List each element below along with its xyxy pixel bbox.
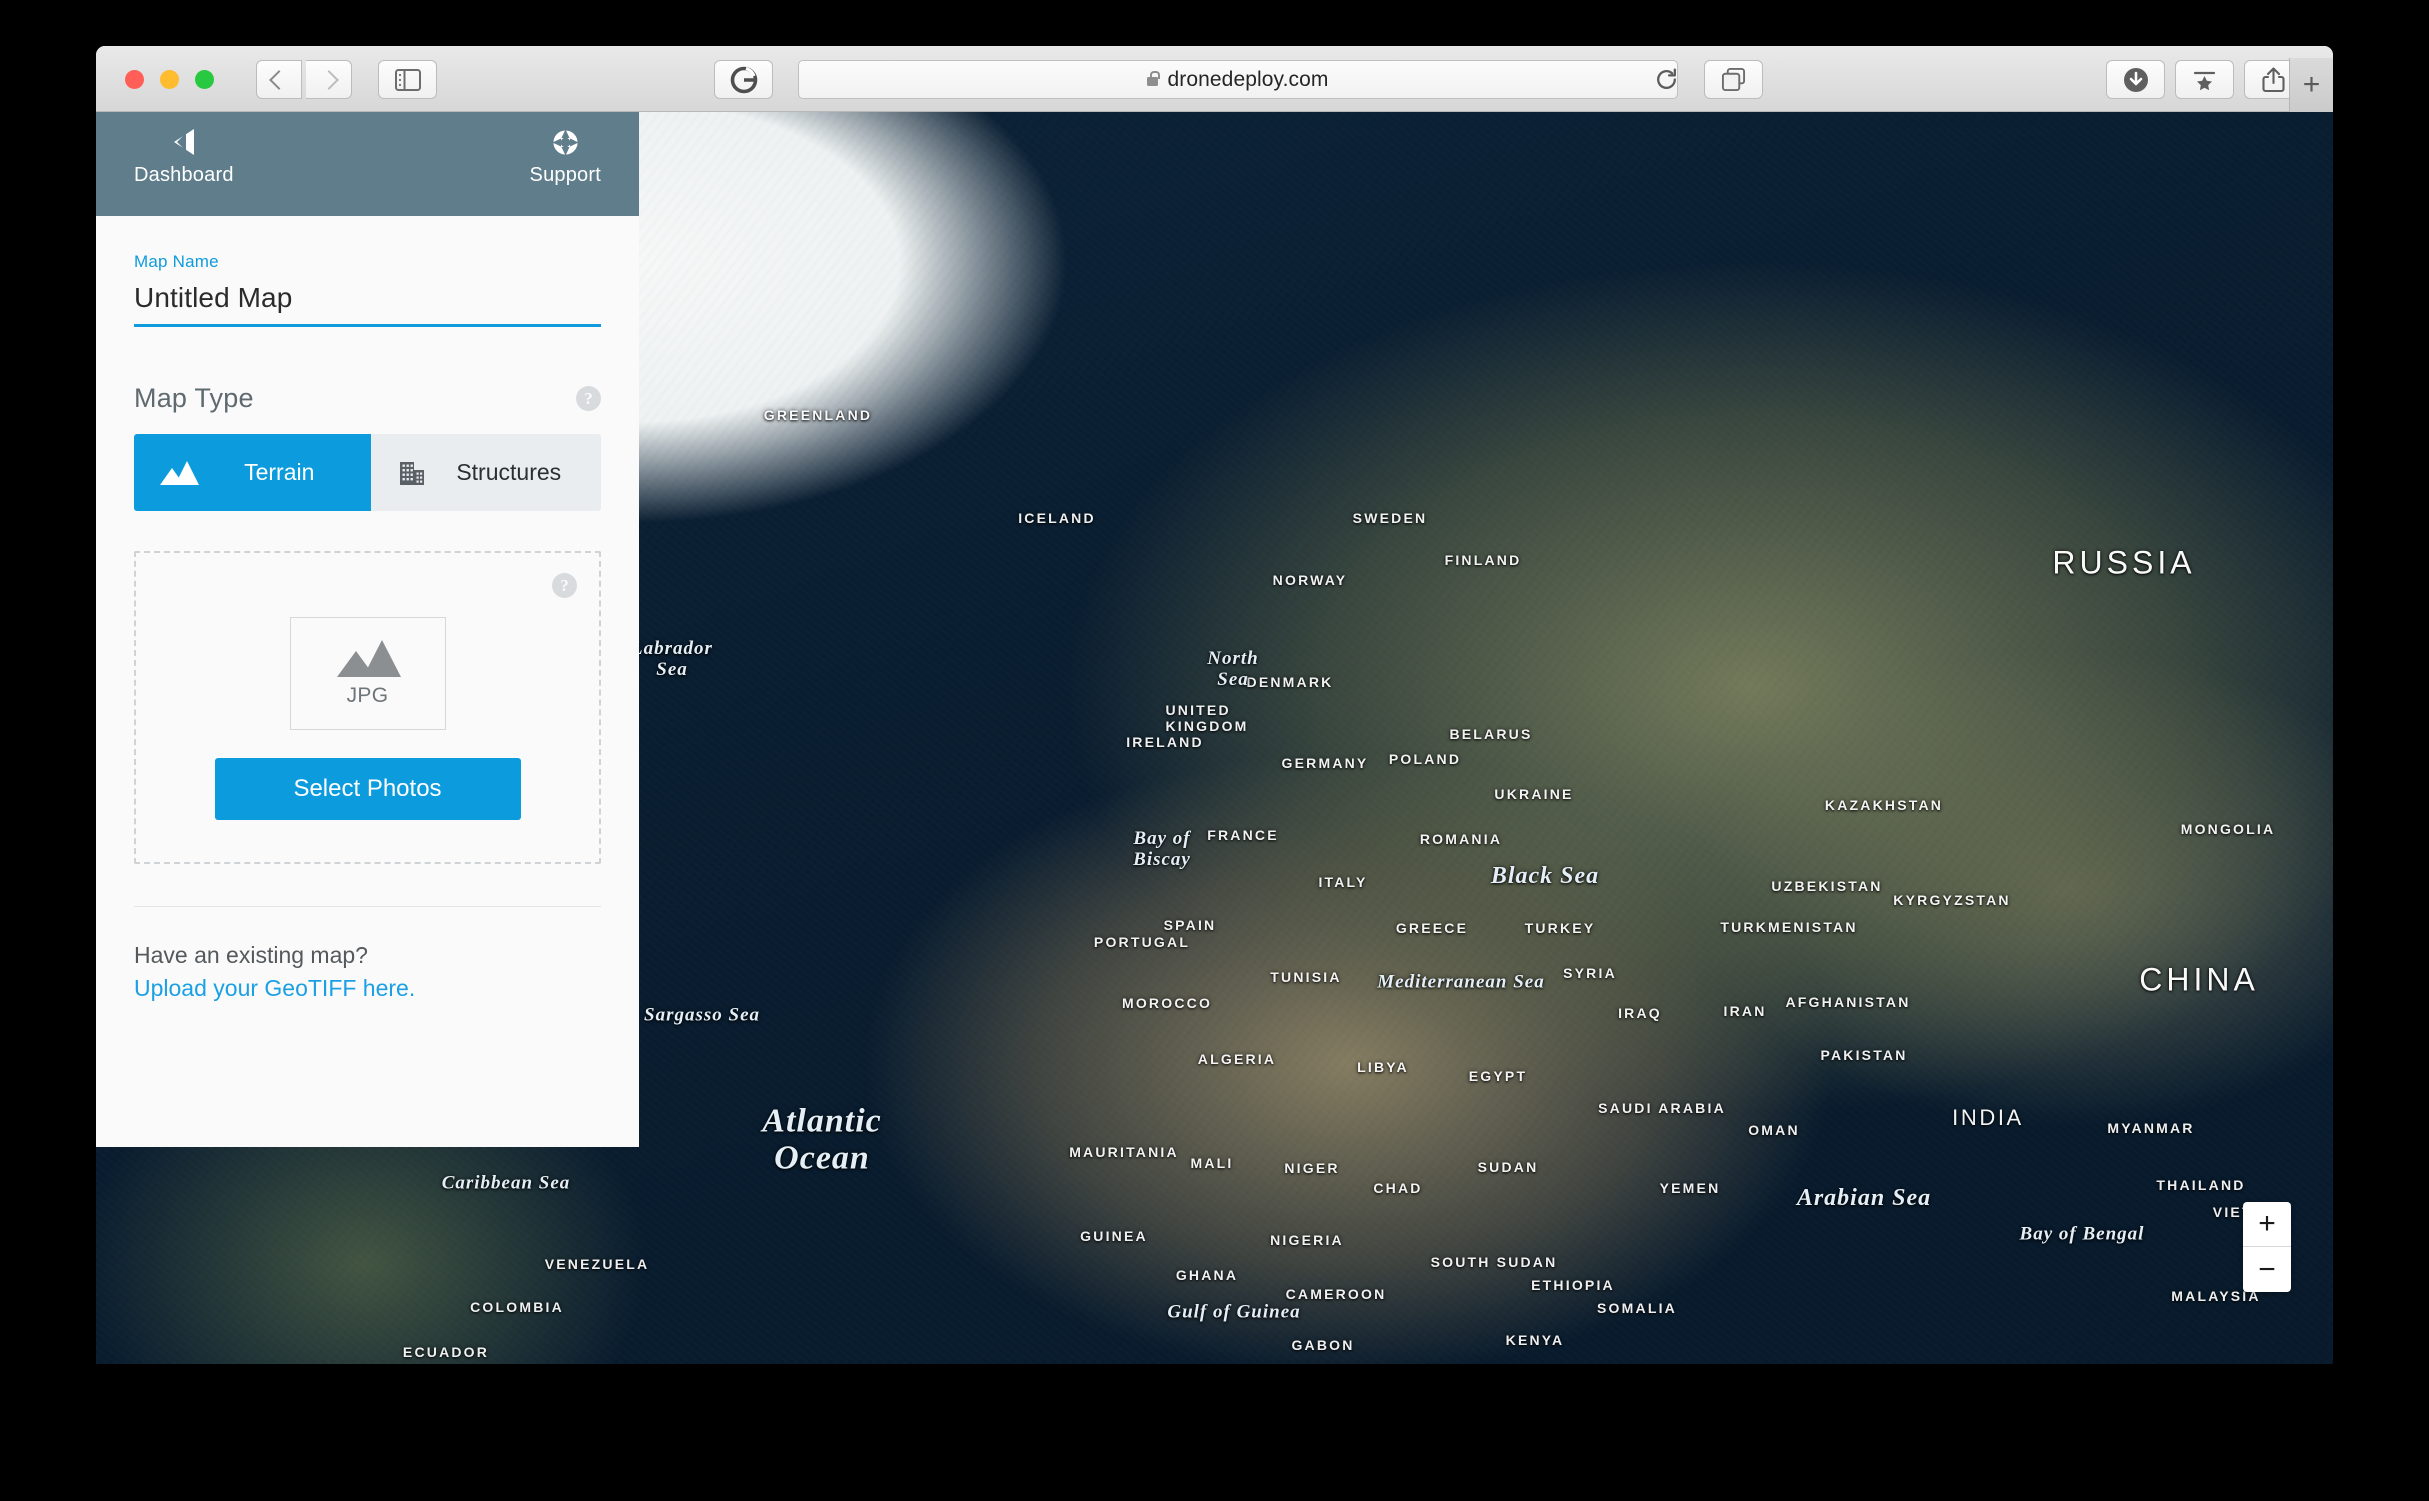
bookmark-star-icon bbox=[2191, 67, 2218, 92]
share-icon bbox=[2261, 66, 2286, 93]
sidebar-divider bbox=[134, 906, 601, 907]
support-label: Support bbox=[530, 164, 601, 187]
address-bar[interactable]: dronedeploy.com bbox=[798, 60, 1678, 99]
map-type-help-icon[interactable]: ? bbox=[576, 386, 601, 411]
map-type-terrain-label: Terrain bbox=[213, 459, 345, 486]
existing-map-block: Have an existing map? Upload your GeoTIF… bbox=[134, 939, 601, 1004]
bookmarks-button[interactable] bbox=[2175, 60, 2234, 99]
existing-map-question: Have an existing map? bbox=[134, 942, 368, 968]
new-tab-button[interactable]: + bbox=[2289, 58, 2333, 112]
grammarly-extension-button[interactable] bbox=[714, 60, 773, 99]
back-arrow-icon bbox=[174, 129, 194, 155]
building-icon bbox=[397, 458, 427, 488]
back-button[interactable] bbox=[256, 60, 302, 99]
map-type-options: Terrain bbox=[134, 434, 601, 511]
download-icon bbox=[2122, 66, 2150, 94]
url-text: dronedeploy.com bbox=[1167, 68, 1328, 92]
select-photos-button[interactable]: Select Photos bbox=[215, 758, 521, 820]
jpg-thumbnail: JPG bbox=[290, 617, 446, 730]
mountain-icon bbox=[160, 461, 198, 485]
map-zoom-controls: + − bbox=[2243, 1202, 2291, 1292]
map-type-terrain-button[interactable]: Terrain bbox=[134, 434, 371, 511]
grammarly-icon bbox=[730, 66, 758, 94]
map-type-structures-button[interactable]: Structures bbox=[371, 434, 601, 511]
photo-mountain-icon bbox=[337, 640, 399, 677]
map-creation-sidebar: Dashboard Support bbox=[96, 112, 639, 1147]
map-name-label: Map Name bbox=[134, 252, 601, 272]
sidebar-toggle-icon bbox=[395, 69, 421, 91]
reload-icon bbox=[1654, 67, 1679, 92]
page-content: ICELANDNORWAYSWEDENFINLANDDENMARKIRELAND… bbox=[96, 112, 2333, 1364]
dashboard-label: Dashboard bbox=[134, 164, 234, 187]
map-type-structures-label: Structures bbox=[442, 459, 575, 486]
forward-button[interactable] bbox=[306, 60, 352, 99]
downloads-button[interactable] bbox=[2106, 60, 2165, 99]
map-type-header: Map Type ? bbox=[134, 383, 601, 414]
dashboard-link[interactable]: Dashboard bbox=[134, 129, 234, 187]
browser-window: dronedeploy.com bbox=[96, 46, 2333, 1364]
reload-button[interactable] bbox=[1641, 60, 1691, 99]
photo-dropzone[interactable]: ? JPG Select Photos bbox=[134, 551, 601, 864]
life-ring-icon bbox=[552, 129, 579, 156]
upload-geotiff-link[interactable]: Upload your GeoTIFF here. bbox=[134, 972, 601, 1005]
map-name-field-group: Map Name Untitled Map bbox=[134, 252, 601, 327]
sidebar-body: Map Name Untitled Map Map Type ? Terrain bbox=[96, 216, 639, 1147]
maximize-window-button[interactable] bbox=[195, 70, 214, 89]
sidebar-header: Dashboard Support bbox=[96, 112, 639, 216]
lock-icon bbox=[1147, 77, 1158, 86]
show-tabs-button[interactable] bbox=[1704, 60, 1763, 99]
tab-overview-icon bbox=[1721, 67, 1746, 92]
chevron-right-icon bbox=[319, 70, 339, 90]
chevron-left-icon bbox=[269, 70, 289, 90]
sidebar-toggle-button[interactable] bbox=[378, 60, 437, 99]
screen: dronedeploy.com bbox=[0, 0, 2429, 1501]
minimize-window-button[interactable] bbox=[160, 70, 179, 89]
browser-toolbar: dronedeploy.com bbox=[96, 46, 2333, 112]
window-controls bbox=[125, 70, 214, 89]
jpg-label: JPG bbox=[347, 684, 389, 708]
zoom-out-button[interactable]: − bbox=[2243, 1247, 2291, 1292]
upload-help-icon[interactable]: ? bbox=[552, 573, 577, 598]
zoom-in-button[interactable]: + bbox=[2243, 1202, 2291, 1247]
map-type-title: Map Type bbox=[134, 383, 254, 414]
map-name-input[interactable]: Untitled Map bbox=[134, 282, 601, 327]
close-window-button[interactable] bbox=[125, 70, 144, 89]
support-link[interactable]: Support bbox=[530, 129, 601, 187]
